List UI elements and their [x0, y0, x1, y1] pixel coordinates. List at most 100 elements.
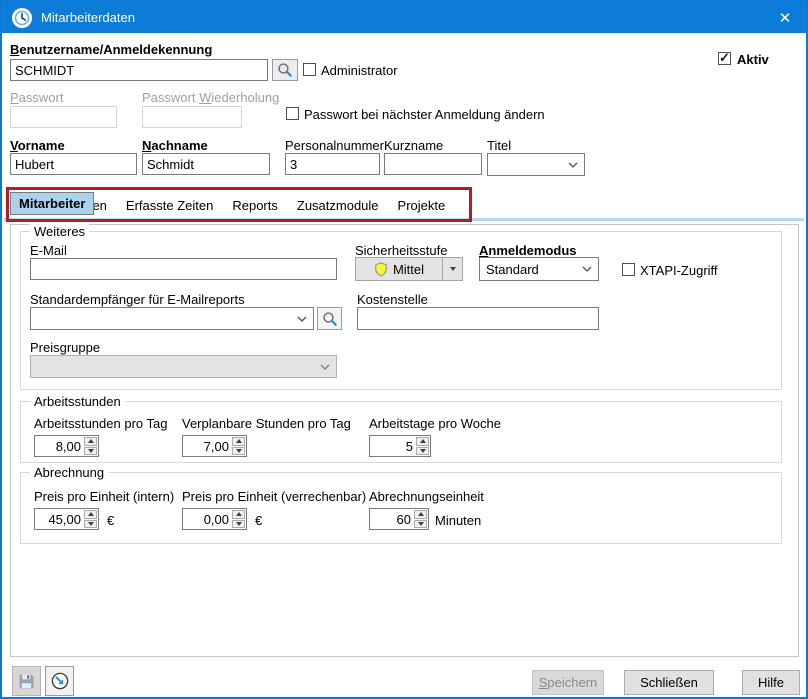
sicherheitsstufe-splitbutton[interactable]: Mittel	[355, 257, 463, 281]
preis-intern-spinner	[34, 508, 99, 530]
username-label: Benutzername/Anmeldekennung	[10, 42, 212, 57]
schliessen-button[interactable]: Schließen	[624, 670, 714, 695]
kurzname-input[interactable]	[384, 153, 482, 175]
verplanbare-stunden-input[interactable]	[183, 436, 231, 456]
xtapi-label: XTAPI-Zugriff	[640, 263, 718, 278]
passwort-wdh-input[interactable]	[142, 106, 242, 128]
titel-select[interactable]	[487, 153, 585, 176]
aktiv-checkbox[interactable]	[718, 52, 731, 65]
personalnummer-input[interactable]	[285, 153, 380, 175]
preis-intern-unit: €	[107, 513, 114, 528]
vorname-input[interactable]	[10, 153, 137, 175]
tab-zusatzmodule[interactable]: Zusatzmodule	[289, 192, 387, 219]
close-button[interactable]: ✕	[764, 2, 806, 33]
floppy-disk-icon	[18, 673, 35, 690]
spin-up-button[interactable]	[416, 437, 429, 446]
arrow-circle-icon	[51, 672, 69, 690]
spin-down-button[interactable]	[232, 447, 245, 456]
sicherheitsstufe-value: Mittel	[393, 262, 424, 277]
sicherheitsstufe-dropdown-arrow[interactable]	[442, 258, 462, 280]
title-bar: Mitarbeiterdaten ✕	[2, 2, 806, 33]
tab-mitarbeiter[interactable]: Mitarbeiter	[10, 192, 94, 215]
spin-up-button[interactable]	[84, 437, 97, 446]
save-icon-button[interactable]	[12, 666, 41, 696]
tab-projekte[interactable]: Projekte	[390, 192, 454, 219]
preis-verrechenbar-label: Preis pro Einheit (verrechenbar)	[182, 489, 366, 504]
triangle-down-icon	[450, 267, 456, 271]
anmeldemodus-select[interactable]: Standard	[479, 257, 599, 281]
preisgruppe-select[interactable]	[30, 355, 337, 378]
jump-icon-button[interactable]	[45, 666, 74, 696]
anmeldemodus-label: Anmeldemodus	[479, 243, 577, 258]
email-input[interactable]	[30, 258, 337, 280]
chevron-down-icon	[568, 162, 578, 168]
spin-up-button[interactable]	[414, 510, 427, 519]
passwort-input[interactable]	[10, 106, 117, 128]
personalnummer-label: Personalnummer	[285, 138, 384, 153]
email-label: E-Mail	[30, 243, 67, 258]
administrator-label: Administrator	[321, 63, 398, 78]
shield-icon	[374, 262, 388, 277]
nachname-input[interactable]	[142, 153, 270, 175]
chevron-down-icon	[320, 364, 330, 370]
chevron-down-icon	[297, 316, 307, 322]
preis-intern-label: Preis pro Einheit (intern)	[34, 489, 174, 504]
abrechnungseinheit-spinner	[369, 508, 429, 530]
preis-intern-input[interactable]	[35, 509, 83, 529]
aktiv-label: Aktiv	[737, 52, 769, 67]
spin-down-button[interactable]	[232, 520, 245, 529]
username-search-button[interactable]	[272, 59, 298, 81]
arbeitsstunden-pro-tag-label: Arbeitsstunden pro Tag	[34, 416, 167, 431]
speichern-button[interactable]: Speichern	[532, 670, 604, 695]
vorname-label: Vorname	[10, 138, 65, 153]
spin-down-button[interactable]	[414, 520, 427, 529]
search-icon	[322, 311, 338, 327]
xtapi-checkbox[interactable]	[622, 263, 635, 276]
pw-change-checkbox[interactable]	[286, 107, 299, 120]
spin-up-button[interactable]	[232, 437, 245, 446]
search-icon	[277, 62, 293, 78]
tab-erfasste-zeiten[interactable]: Erfasste Zeiten	[118, 192, 221, 219]
close-icon: ✕	[779, 9, 792, 27]
clock-app-icon	[11, 7, 33, 29]
arbeitstage-spinner	[369, 435, 431, 457]
username-input[interactable]	[10, 59, 268, 81]
arbeitstage-input[interactable]	[370, 436, 415, 456]
pw-change-label: Passwort bei nächster Anmeldung ändern	[304, 107, 545, 122]
spin-down-button[interactable]	[84, 520, 97, 529]
spin-down-button[interactable]	[84, 447, 97, 456]
abrechnungseinheit-label: Abrechnungseinheit	[369, 489, 484, 504]
empfaenger-label: Standardempfänger für E-Mailreports	[30, 292, 245, 307]
spin-down-button[interactable]	[416, 447, 429, 456]
preis-verrechenbar-input[interactable]	[183, 509, 231, 529]
sicherheitsstufe-label: Sicherheitsstufe	[355, 243, 448, 258]
group-abrechnung-title: Abrechnung	[30, 465, 108, 480]
tab-reports[interactable]: Reports	[224, 192, 286, 219]
group-weiteres-title: Weiteres	[30, 224, 89, 239]
arbeitstage-pro-woche-label: Arbeitstage pro Woche	[369, 416, 501, 431]
spin-up-button[interactable]	[232, 510, 245, 519]
kostenstelle-label: Kostenstelle	[357, 292, 428, 307]
preis-verrechenbar-spinner	[182, 508, 247, 530]
passwort-label: Passwort	[10, 90, 63, 105]
administrator-checkbox[interactable]	[303, 63, 316, 76]
empfaenger-search-button[interactable]	[317, 307, 342, 330]
empfaenger-combobox[interactable]	[30, 307, 314, 330]
tab-underline	[4, 218, 804, 221]
verplanbare-stunden-spinner	[182, 435, 247, 457]
passwort-wdh-label: Passwort Wiederholung	[142, 90, 279, 105]
tab-bar: Mitarbeiter Rechtegruppen Erfasste Zeite…	[10, 192, 456, 219]
verplanbare-stunden-label: Verplanbare Stunden pro Tag	[182, 416, 351, 431]
mitarbeiterdaten-dialog: Mitarbeiterdaten ✕ Benutzername/Anmeldek…	[0, 0, 808, 699]
chevron-down-icon	[582, 266, 592, 272]
arbeitsstunden-pro-tag-input[interactable]	[35, 436, 83, 456]
titel-label: Titel	[487, 138, 511, 153]
kostenstelle-input[interactable]	[357, 307, 599, 330]
nachname-label: Nachname	[142, 138, 208, 153]
kurzname-label: Kurzname	[384, 138, 443, 153]
window-title: Mitarbeiterdaten	[41, 10, 135, 25]
abrechnungseinheit-input[interactable]	[370, 509, 413, 529]
spin-up-button[interactable]	[84, 510, 97, 519]
hilfe-button[interactable]: Hilfe	[742, 670, 800, 695]
arbeitsstunden-pro-tag-spinner	[34, 435, 99, 457]
